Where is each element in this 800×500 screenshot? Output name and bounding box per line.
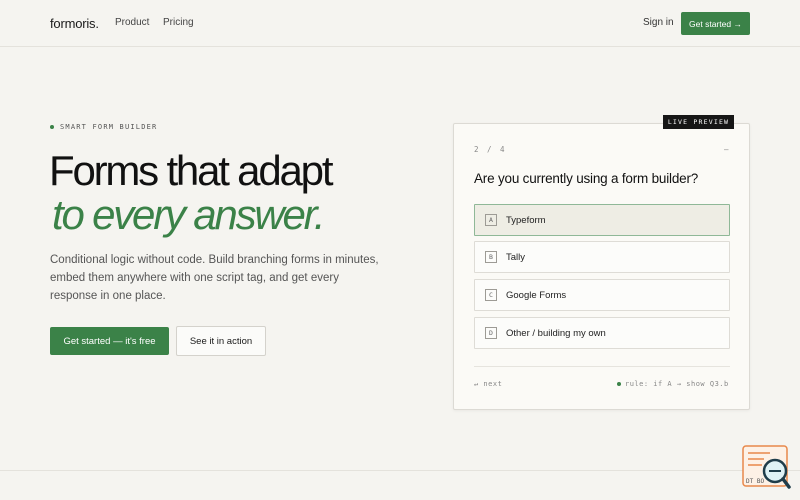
get-started-nav-button[interactable]: Get started →: [681, 12, 750, 35]
brand-logo[interactable]: formoris.: [50, 16, 99, 31]
live-preview-badge: LIVE PREVIEW: [663, 115, 734, 129]
option-label: Google Forms: [506, 289, 567, 301]
card-divider: [474, 366, 730, 367]
hero-subtext: Conditional logic without code. Build br…: [50, 254, 379, 302]
rule-indicator: rule: if A → show Q3.b: [617, 380, 729, 388]
nav-link-product[interactable]: Product: [115, 17, 149, 28]
option-google-forms[interactable]: C Google Forms: [474, 279, 730, 311]
hero-headline-line2: to every answer.: [52, 191, 326, 238]
eyebrow-text: SMART FORM BUILDER: [60, 123, 158, 131]
rule-dot-icon: [617, 382, 621, 386]
status-dot-icon: [50, 125, 54, 129]
get-started-free-button[interactable]: Get started — it's free: [50, 327, 169, 355]
rule-text: rule: if A → show Q3.b: [625, 380, 729, 388]
option-key: A: [485, 214, 497, 226]
option-key: C: [485, 289, 497, 301]
option-label: Typeform: [506, 214, 546, 226]
option-other[interactable]: D Other / building my own: [474, 317, 730, 349]
corner-logo-text: DT BO: [746, 478, 764, 485]
next-hint[interactable]: ↵ next: [474, 380, 502, 388]
option-key: D: [485, 327, 497, 339]
step-dash: —: [724, 145, 729, 154]
option-tally[interactable]: B Tally: [474, 241, 730, 273]
option-label: Other / building my own: [506, 327, 606, 339]
step-counter: 2 / 4: [474, 145, 507, 154]
sign-in-link[interactable]: Sign in: [643, 17, 674, 28]
option-label: Tally: [506, 251, 526, 263]
see-in-action-button[interactable]: See it in action: [176, 326, 266, 356]
section-divider: [0, 470, 800, 471]
hero-headline-line1: Forms that adapt: [49, 147, 333, 194]
option-typeform[interactable]: A Typeform: [474, 204, 730, 236]
preview-question: Are you currently using a form builder?: [474, 171, 699, 186]
magnifier-logo-icon: DT BO: [742, 445, 791, 489]
nav-link-pricing[interactable]: Pricing: [163, 17, 194, 28]
option-key: B: [485, 251, 497, 263]
hero-eyebrow: SMART FORM BUILDER: [50, 123, 157, 131]
top-nav: formoris. Product Pricing Sign in Get st…: [0, 0, 800, 47]
